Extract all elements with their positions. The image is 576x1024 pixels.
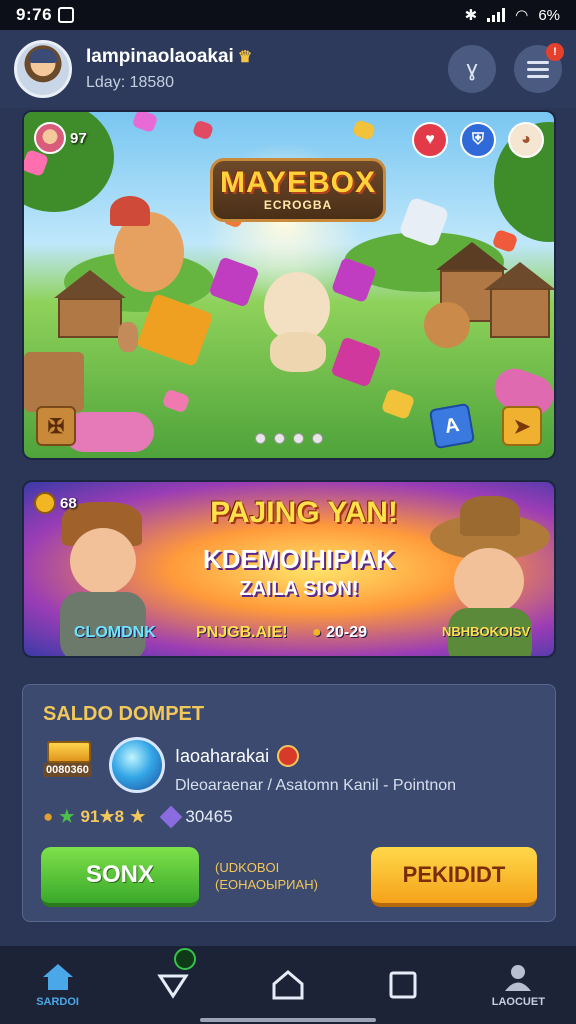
notification-icon bbox=[58, 7, 75, 23]
user-level: Lday: 18580 bbox=[86, 74, 175, 91]
app-header: Iampinaolaoakai ♛ Lday: 18580 ɣ ! bbox=[0, 30, 576, 108]
promo-right-label: NBHBOKOISV bbox=[442, 624, 531, 639]
wallet-title: SALDO DOMPET bbox=[43, 703, 205, 725]
wallet-stats: ● ★ 91★8 ★ 30465 bbox=[43, 805, 233, 829]
promo-banner[interactable]: 68 PAJING YAN! KDEMOIHIPIAK ZAILA SION! … bbox=[22, 480, 556, 658]
user-icon bbox=[505, 965, 532, 991]
star-icon: ★ bbox=[130, 807, 146, 826]
crystal-orb-icon bbox=[109, 737, 165, 793]
house-outline-icon bbox=[272, 970, 304, 1000]
player-avatar bbox=[34, 122, 66, 154]
nav-home[interactable]: SARDOI bbox=[13, 950, 103, 1020]
gold-bar-icon: 0080360 bbox=[43, 741, 97, 777]
promo-center-value: ● 20-29 bbox=[312, 624, 368, 641]
featured-game-banner[interactable]: MAYEBOX ECROGBA 97 ♥ ⛨ ◕ ✠ A ➤ bbox=[22, 110, 556, 460]
wallet-right-button[interactable]: PEKIDIDT bbox=[371, 847, 537, 907]
notification-badge: ! bbox=[546, 43, 564, 61]
promo-left-label: CLOMDNK bbox=[74, 624, 156, 641]
crown-icon: ♛ bbox=[237, 49, 253, 66]
players-online: 97 bbox=[34, 122, 87, 154]
battery-level: 6% bbox=[538, 6, 560, 24]
nav-account[interactable]: LAOCUET bbox=[473, 950, 563, 1020]
star-icon: ★ bbox=[59, 807, 75, 826]
coin-counter: 68 bbox=[34, 492, 77, 514]
shield-icon[interactable]: ⛨ bbox=[460, 122, 496, 158]
nav-back[interactable] bbox=[128, 948, 218, 1020]
home-icon bbox=[42, 964, 73, 990]
wifi-icon: ◠ bbox=[515, 7, 529, 24]
gesture-bar[interactable] bbox=[200, 1018, 376, 1022]
coin-icon bbox=[34, 492, 56, 514]
coin-icon: ● bbox=[43, 807, 54, 826]
wallet-panel: SALDO DOMPET 0080360 Iaoaharakai Dleoara… bbox=[22, 684, 556, 922]
game-logo: MAYEBOX ECROGBA bbox=[210, 158, 386, 222]
promo-subtitle: KDEMOIHIPIAK bbox=[202, 544, 396, 574]
bluetooth-icon: ✱ bbox=[464, 7, 478, 24]
bottom-navigation: SARDOI LAOCUET bbox=[0, 946, 576, 1024]
rank-badge-icon bbox=[277, 745, 300, 767]
nav-home-system[interactable] bbox=[243, 950, 333, 1020]
person-icon: ɣ bbox=[466, 56, 478, 81]
dog-character bbox=[424, 302, 470, 348]
wallet-name: Iaoaharakai bbox=[175, 745, 270, 766]
player-count: 97 bbox=[70, 129, 87, 147]
avatar[interactable] bbox=[14, 40, 72, 98]
triangle-back-icon bbox=[157, 974, 189, 999]
square-icon bbox=[389, 971, 417, 999]
promo-center-label: PNJGB.AIE! bbox=[196, 624, 288, 641]
pet-icon[interactable]: ◕ bbox=[508, 122, 544, 158]
promo-title: PAJING YAN! bbox=[210, 496, 398, 529]
promo-subtitle-2: ZAILA SION! bbox=[239, 578, 359, 600]
clock: 9:76 bbox=[16, 5, 53, 24]
carousel-dots[interactable] bbox=[24, 433, 554, 444]
nav-recents[interactable] bbox=[358, 950, 448, 1020]
wallet-info: (UDKOBOI (ЕОНАОЫРИАН) bbox=[215, 860, 318, 892]
menu-icon bbox=[527, 60, 549, 78]
username: Iampinaolaoakai bbox=[86, 46, 234, 67]
menu-button[interactable]: ! bbox=[514, 43, 564, 93]
gem-icon bbox=[160, 805, 183, 829]
signal-icon bbox=[487, 8, 506, 22]
wallet-left-button[interactable]: SONX bbox=[41, 847, 199, 907]
coin-icon: ● bbox=[312, 624, 322, 641]
support-button[interactable]: ɣ bbox=[448, 45, 496, 93]
status-bar: 9:76 ✱ ◠ 6% bbox=[0, 0, 576, 30]
heart-icon[interactable]: ♥ bbox=[412, 122, 448, 158]
status-dot-icon bbox=[173, 948, 196, 970]
wallet-description: Dleoaraenar / Asatomn Kanil - Pointnon bbox=[175, 777, 457, 794]
